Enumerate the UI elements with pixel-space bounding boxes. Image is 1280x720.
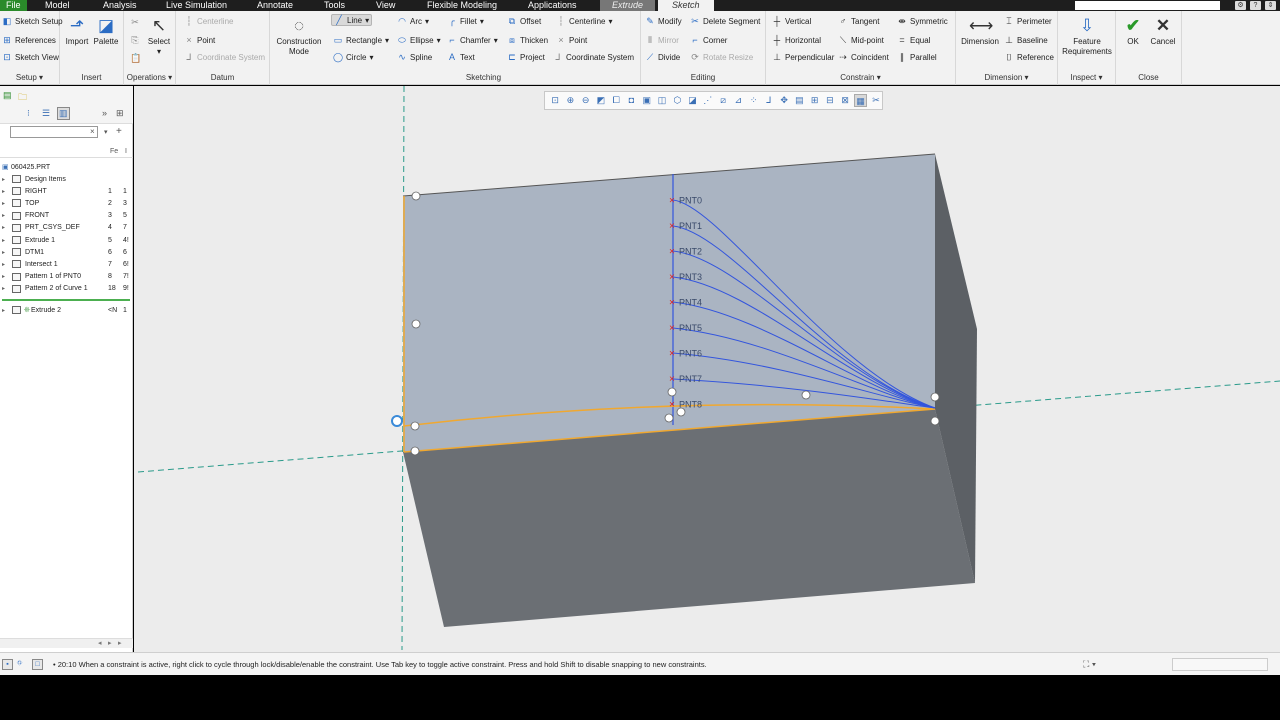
- zoom-in-icon[interactable]: ⊕: [564, 94, 576, 107]
- vertex-display-icon[interactable]: ✂: [870, 94, 882, 107]
- sketch-view-icon[interactable]: ⧠: [610, 94, 622, 107]
- grid-display-icon[interactable]: ▦: [854, 94, 867, 107]
- point-marker-icon[interactable]: ×: [669, 247, 675, 258]
- point-marker-icon[interactable]: ×: [669, 272, 675, 283]
- plane-display-icon[interactable]: ⧄: [717, 94, 729, 107]
- point-marker-icon[interactable]: ×: [669, 374, 675, 385]
- cursor-snap-icon: [391, 415, 403, 427]
- point-label: PNT0: [679, 196, 702, 206]
- point-marker-icon[interactable]: ×: [669, 349, 675, 360]
- point-label: PNT3: [679, 272, 702, 282]
- view-manager-icon[interactable]: ◫: [656, 94, 668, 107]
- annotation-display-icon[interactable]: ▤: [793, 94, 805, 107]
- selection-filter-icon[interactable]: ⛶ ▾: [1083, 659, 1096, 670]
- perspective-icon[interactable]: ⬡: [671, 94, 683, 107]
- csys-display-icon[interactable]: ⅃: [763, 94, 775, 107]
- point-display-icon[interactable]: ⁘: [747, 94, 759, 107]
- constraint-display-icon[interactable]: ⊠: [839, 94, 851, 107]
- saved-orientations-icon[interactable]: ▣: [641, 94, 653, 107]
- zoom-out-icon[interactable]: ⊖: [580, 94, 592, 107]
- letterbox-bar: [0, 675, 1280, 720]
- point-marker-icon[interactable]: ×: [669, 400, 675, 411]
- datum-points: × PNT0 × PNT1 × PNT2 × PNT3 × PNT4 × PNT5 × PNT6 × PNT7…: [669, 196, 702, 411]
- display-style-icon[interactable]: ◘: [625, 94, 637, 107]
- status-bar: ▪ ⛗ □ • 20:10 When a constraint is activ…: [0, 652, 1280, 675]
- sketcher-display-icon[interactable]: ⊞: [809, 94, 821, 107]
- dimension-display-icon[interactable]: ⊟: [824, 94, 836, 107]
- refit-icon[interactable]: ⊡: [549, 94, 561, 107]
- point-label: PNT4: [679, 298, 702, 308]
- fullscreen-icon[interactable]: □: [32, 659, 43, 670]
- point-label: PNT5: [679, 323, 702, 333]
- point-marker-icon[interactable]: ×: [669, 298, 675, 309]
- spin-center-icon[interactable]: ✥: [778, 94, 790, 107]
- datum-display-icon[interactable]: ⋰: [702, 94, 714, 107]
- point-marker-icon[interactable]: ×: [669, 196, 675, 207]
- message-log-icon[interactable]: ▪: [2, 659, 13, 670]
- point-label: PNT6: [679, 349, 702, 359]
- repaint-icon[interactable]: ◩: [595, 94, 607, 107]
- point-marker-icon[interactable]: ×: [669, 323, 675, 334]
- point-label: PNT7: [679, 374, 702, 384]
- graphics-toolbar: ⊡ ⊕ ⊖ ◩ ⧠ ◘ ▣ ◫ ⬡ ◪ ⋰ ⧄ ⊿ ⁘ ⅃ ✥ ▤ ⊞ ⊟ ⊠ …: [544, 91, 883, 110]
- axis-display-icon[interactable]: ⊿: [732, 94, 744, 107]
- selection-filter-dropdown[interactable]: [1172, 658, 1268, 671]
- section-icon[interactable]: ◪: [686, 94, 698, 107]
- network-icon[interactable]: ⛗: [14, 659, 25, 670]
- status-message: • 20:10 When a constraint is active, rig…: [53, 660, 707, 669]
- point-label: PNT2: [679, 247, 702, 257]
- point-marker-icon[interactable]: ×: [669, 221, 675, 232]
- point-label: PNT1: [679, 221, 702, 231]
